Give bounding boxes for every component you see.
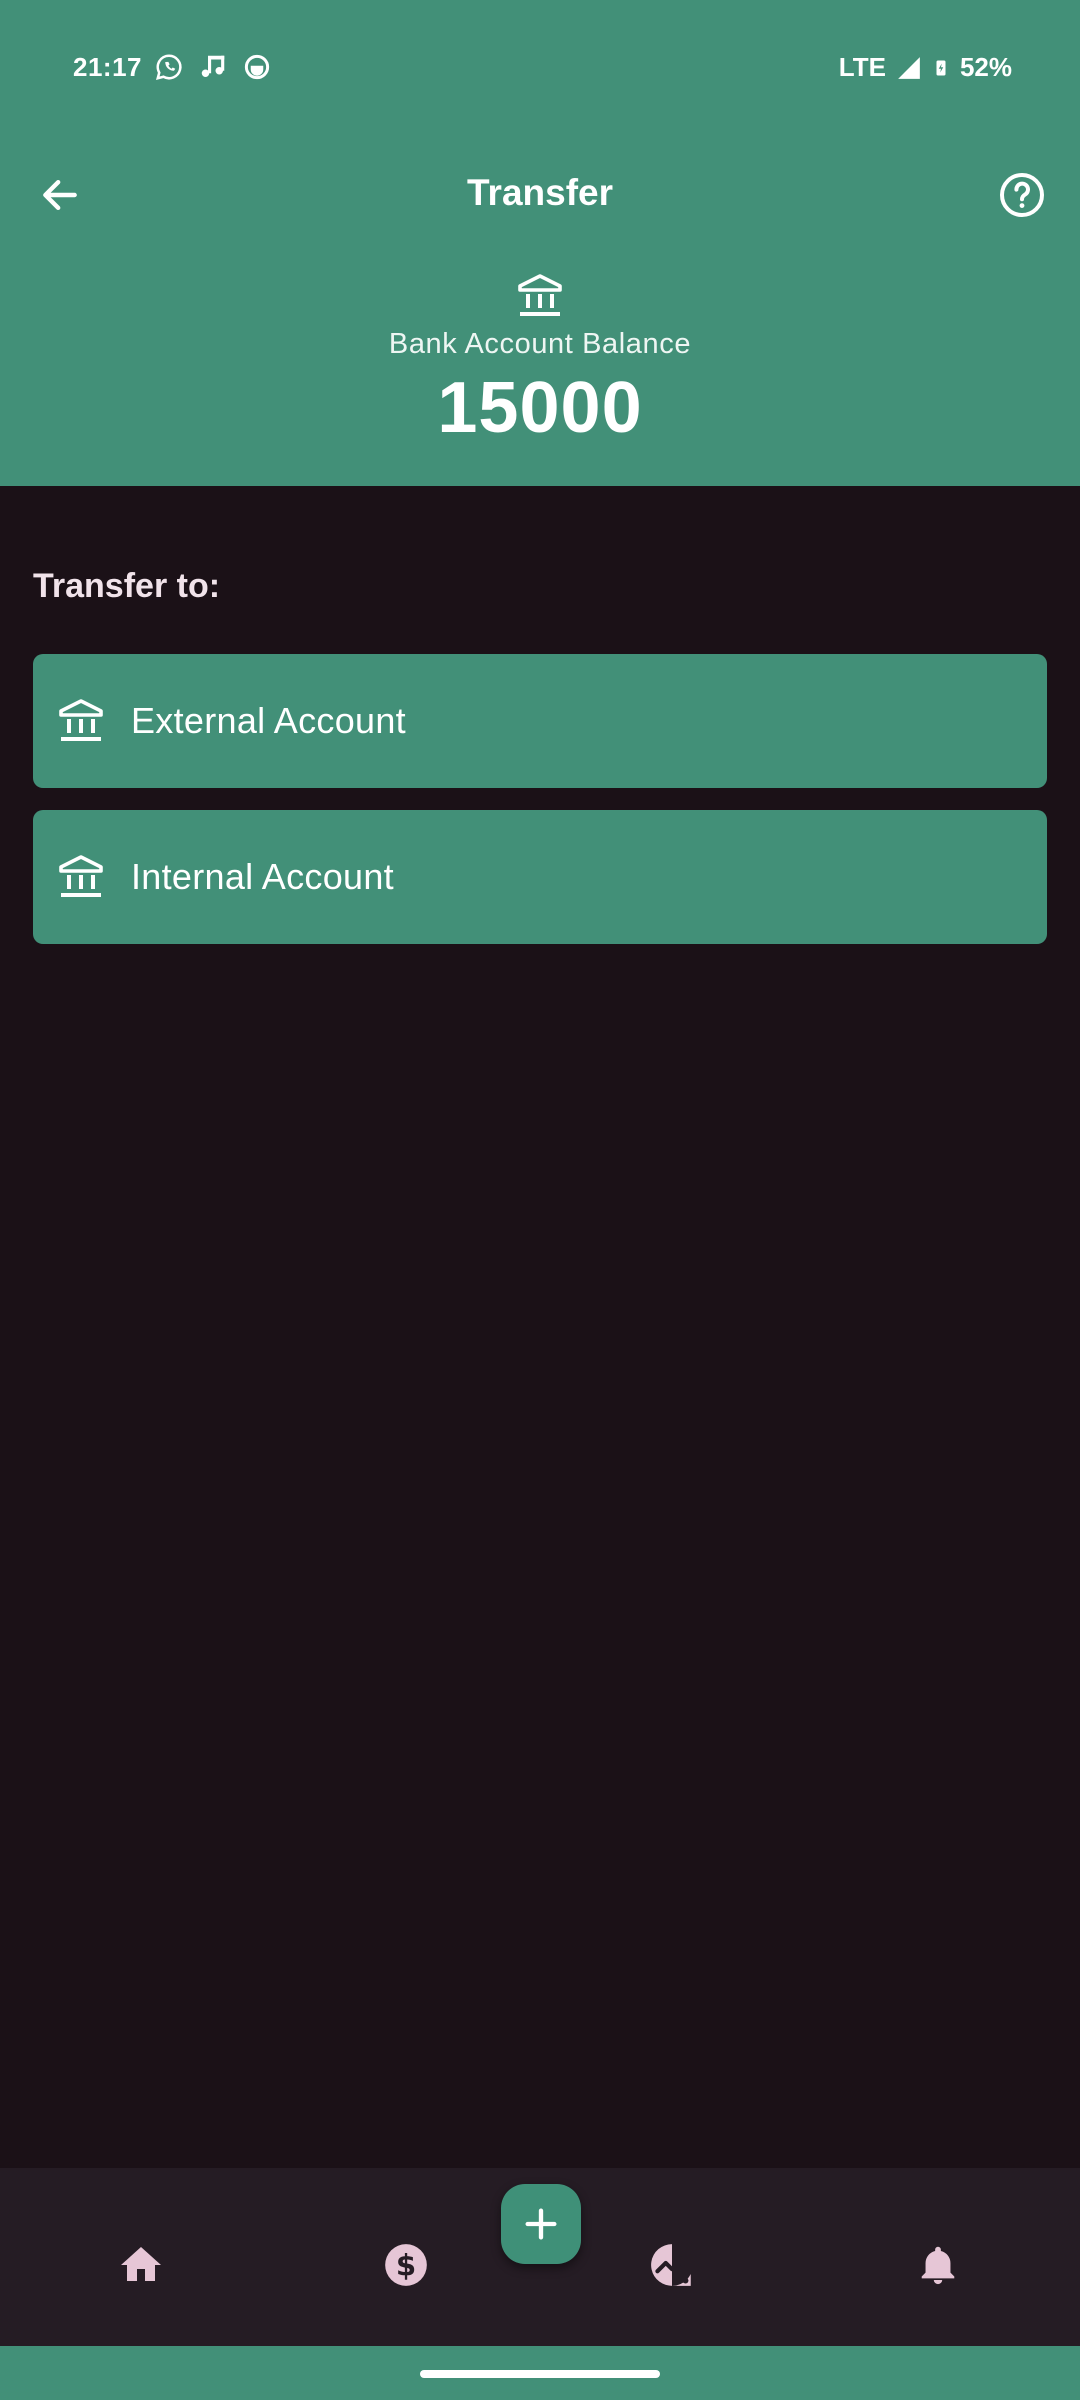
bank-icon [518,274,562,316]
home-icon [121,2247,161,2281]
nav-budget[interactable]: $ [371,2230,441,2300]
transfer-heading: Transfer to: [33,567,221,605]
header: 21:17 LTE 52% Transfer Bank Account Bala… [0,0,1080,486]
transfer-screen: 21:17 LTE 52% Transfer Bank Account Bala… [0,0,1080,2400]
help-button[interactable] [992,165,1052,225]
status-time: 21:17 [73,52,142,82]
signal-icon [898,56,920,79]
add-button[interactable] [501,2184,581,2264]
bank-icon [59,699,103,741]
gesture-handle[interactable] [420,2370,660,2378]
internal-account-label: Internal Account [131,856,394,897]
external-account-button[interactable]: External Account [33,654,1047,788]
nav-home[interactable] [106,2230,176,2300]
notification-icons [154,52,272,82]
internal-account-button[interactable]: Internal Account [33,810,1047,944]
stats-trend-icon [651,2244,691,2286]
network-label: LTE [838,52,886,82]
budget-dollar-icon: $ [385,2244,427,2286]
svg-text:$: $ [396,2248,416,2282]
gesture-navigation-bar [0,2346,1080,2400]
music-icon [201,55,225,77]
external-account-label: External Account [131,700,406,741]
system-icons: LTE 52% [839,52,1012,83]
balance-amount: 15000 [437,368,643,448]
whatsapp-icon [155,54,182,81]
balance-section: Bank Account Balance 15000 [0,272,1080,449]
help-circle-icon [1000,173,1044,217]
battery-icon [936,60,946,75]
app-icon [244,54,270,80]
page-title: Transfer [466,172,613,213]
nav-notifications[interactable] [903,2230,973,2300]
balance-label: Bank Account Balance [388,328,692,360]
battery-level: 52% [959,52,1012,82]
app-bar: Transfer [0,150,1080,240]
notifications-bell-icon [921,2246,955,2285]
status-bar: 21:17 LTE 52% [0,0,1080,136]
add-plus-icon [525,2208,557,2240]
nav-stats[interactable] [637,2230,707,2300]
bank-icon [59,855,103,897]
